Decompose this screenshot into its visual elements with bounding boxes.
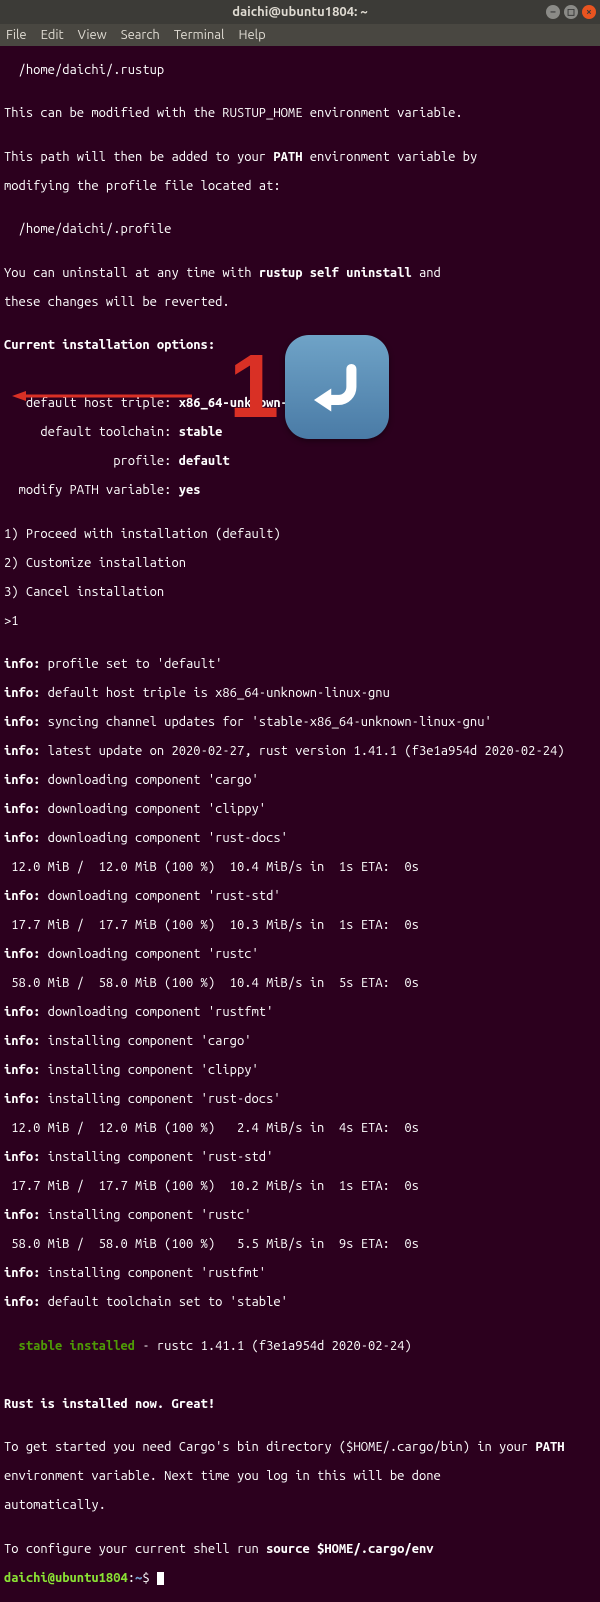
term-line: these changes will be reverted. (4, 295, 596, 310)
term-line: /home/daichi/.rustup (4, 63, 596, 78)
term-line: 1) Proceed with installation (default) (4, 527, 596, 542)
menu-help[interactable]: Help (238, 28, 265, 43)
menu-view[interactable]: View (78, 28, 107, 43)
term-line: info: installing component 'rust-docs' (4, 1092, 596, 1107)
term-line: 3) Cancel installation (4, 585, 596, 600)
term-line: info: downloading component 'cargo' (4, 773, 596, 788)
term-line: info: installing component 'cargo' (4, 1034, 596, 1049)
term-line: 12.0 MiB / 12.0 MiB (100 %) 2.4 MiB/s in… (4, 1121, 596, 1136)
term-line: /home/daichi/.profile (4, 222, 596, 237)
menu-edit[interactable]: Edit (41, 28, 64, 43)
term-line: info: default host triple is x86_64-unkn… (4, 686, 596, 701)
term-line: stable installed - rustc 1.41.1 (f3e1a95… (4, 1339, 596, 1354)
menubar: File Edit View Search Terminal Help (0, 24, 600, 46)
term-line: automatically. (4, 1498, 596, 1513)
term-line: 12.0 MiB / 12.0 MiB (100 %) 10.4 MiB/s i… (4, 860, 596, 875)
term-line: To configure your current shell run sour… (4, 1542, 596, 1557)
term-line: info: syncing channel updates for 'stabl… (4, 715, 596, 730)
maximize-button[interactable]: ◻ (564, 5, 578, 19)
minimize-button[interactable]: – (546, 5, 560, 19)
close-button[interactable]: × (582, 5, 596, 19)
term-line: environment variable. Next time you log … (4, 1469, 596, 1484)
term-line: info: profile set to 'default' (4, 657, 596, 672)
term-line: info: installing component 'rust-std' (4, 1150, 596, 1165)
term-line: profile: default (4, 454, 596, 469)
prompt-line[interactable]: daichi@ubuntu1804:~$ (4, 1571, 596, 1586)
term-line: 58.0 MiB / 58.0 MiB (100 %) 10.4 MiB/s i… (4, 976, 596, 991)
terminal-output[interactable]: /home/daichi/.rustup This can be modifie… (0, 46, 600, 1602)
prompt-user: daichi@ubuntu1804 (4, 1571, 128, 1585)
term-line: info: default toolchain set to 'stable' (4, 1295, 596, 1310)
term-line: This can be modified with the RUSTUP_HOM… (4, 106, 596, 121)
term-line: This path will then be added to your PAT… (4, 150, 596, 165)
term-line: info: downloading component 'rust-std' (4, 889, 596, 904)
term-line: default host triple: x86_64-unknown-linu… (4, 396, 596, 411)
term-line: 58.0 MiB / 58.0 MiB (100 %) 5.5 MiB/s in… (4, 1237, 596, 1252)
window-controls: – ◻ × (546, 5, 596, 19)
window-titlebar: daichi@ubuntu1804: ~ – ◻ × (0, 0, 600, 24)
cursor-icon (157, 1572, 164, 1585)
window-title: daichi@ubuntu1804: ~ (232, 5, 367, 20)
term-line: You can uninstall at any time with rustu… (4, 266, 596, 281)
menu-terminal[interactable]: Terminal (174, 28, 225, 43)
term-line: To get started you need Cargo's bin dire… (4, 1440, 596, 1455)
term-line: info: downloading component 'rustc' (4, 947, 596, 962)
term-line: 17.7 MiB / 17.7 MiB (100 %) 10.2 MiB/s i… (4, 1179, 596, 1194)
term-line: default toolchain: stable (4, 425, 596, 440)
menu-search[interactable]: Search (121, 28, 160, 43)
prompt-path: ~ (135, 1571, 142, 1585)
term-line: info: installing component 'rustc' (4, 1208, 596, 1223)
term-line: >1 (4, 614, 596, 629)
term-line: info: latest update on 2020-02-27, rust … (4, 744, 596, 759)
term-line: modify PATH variable: yes (4, 483, 596, 498)
term-line: modifying the profile file located at: (4, 179, 596, 194)
menu-file[interactable]: File (6, 28, 27, 43)
term-line: Current installation options: (4, 338, 596, 353)
term-line: info: downloading component 'clippy' (4, 802, 596, 817)
term-line: info: installing component 'clippy' (4, 1063, 596, 1078)
term-line: Rust is installed now. Great! (4, 1397, 596, 1412)
term-line: info: downloading component 'rust-docs' (4, 831, 596, 846)
term-line: 2) Customize installation (4, 556, 596, 571)
term-line: 17.7 MiB / 17.7 MiB (100 %) 10.3 MiB/s i… (4, 918, 596, 933)
term-line: info: downloading component 'rustfmt' (4, 1005, 596, 1020)
term-line: info: installing component 'rustfmt' (4, 1266, 596, 1281)
